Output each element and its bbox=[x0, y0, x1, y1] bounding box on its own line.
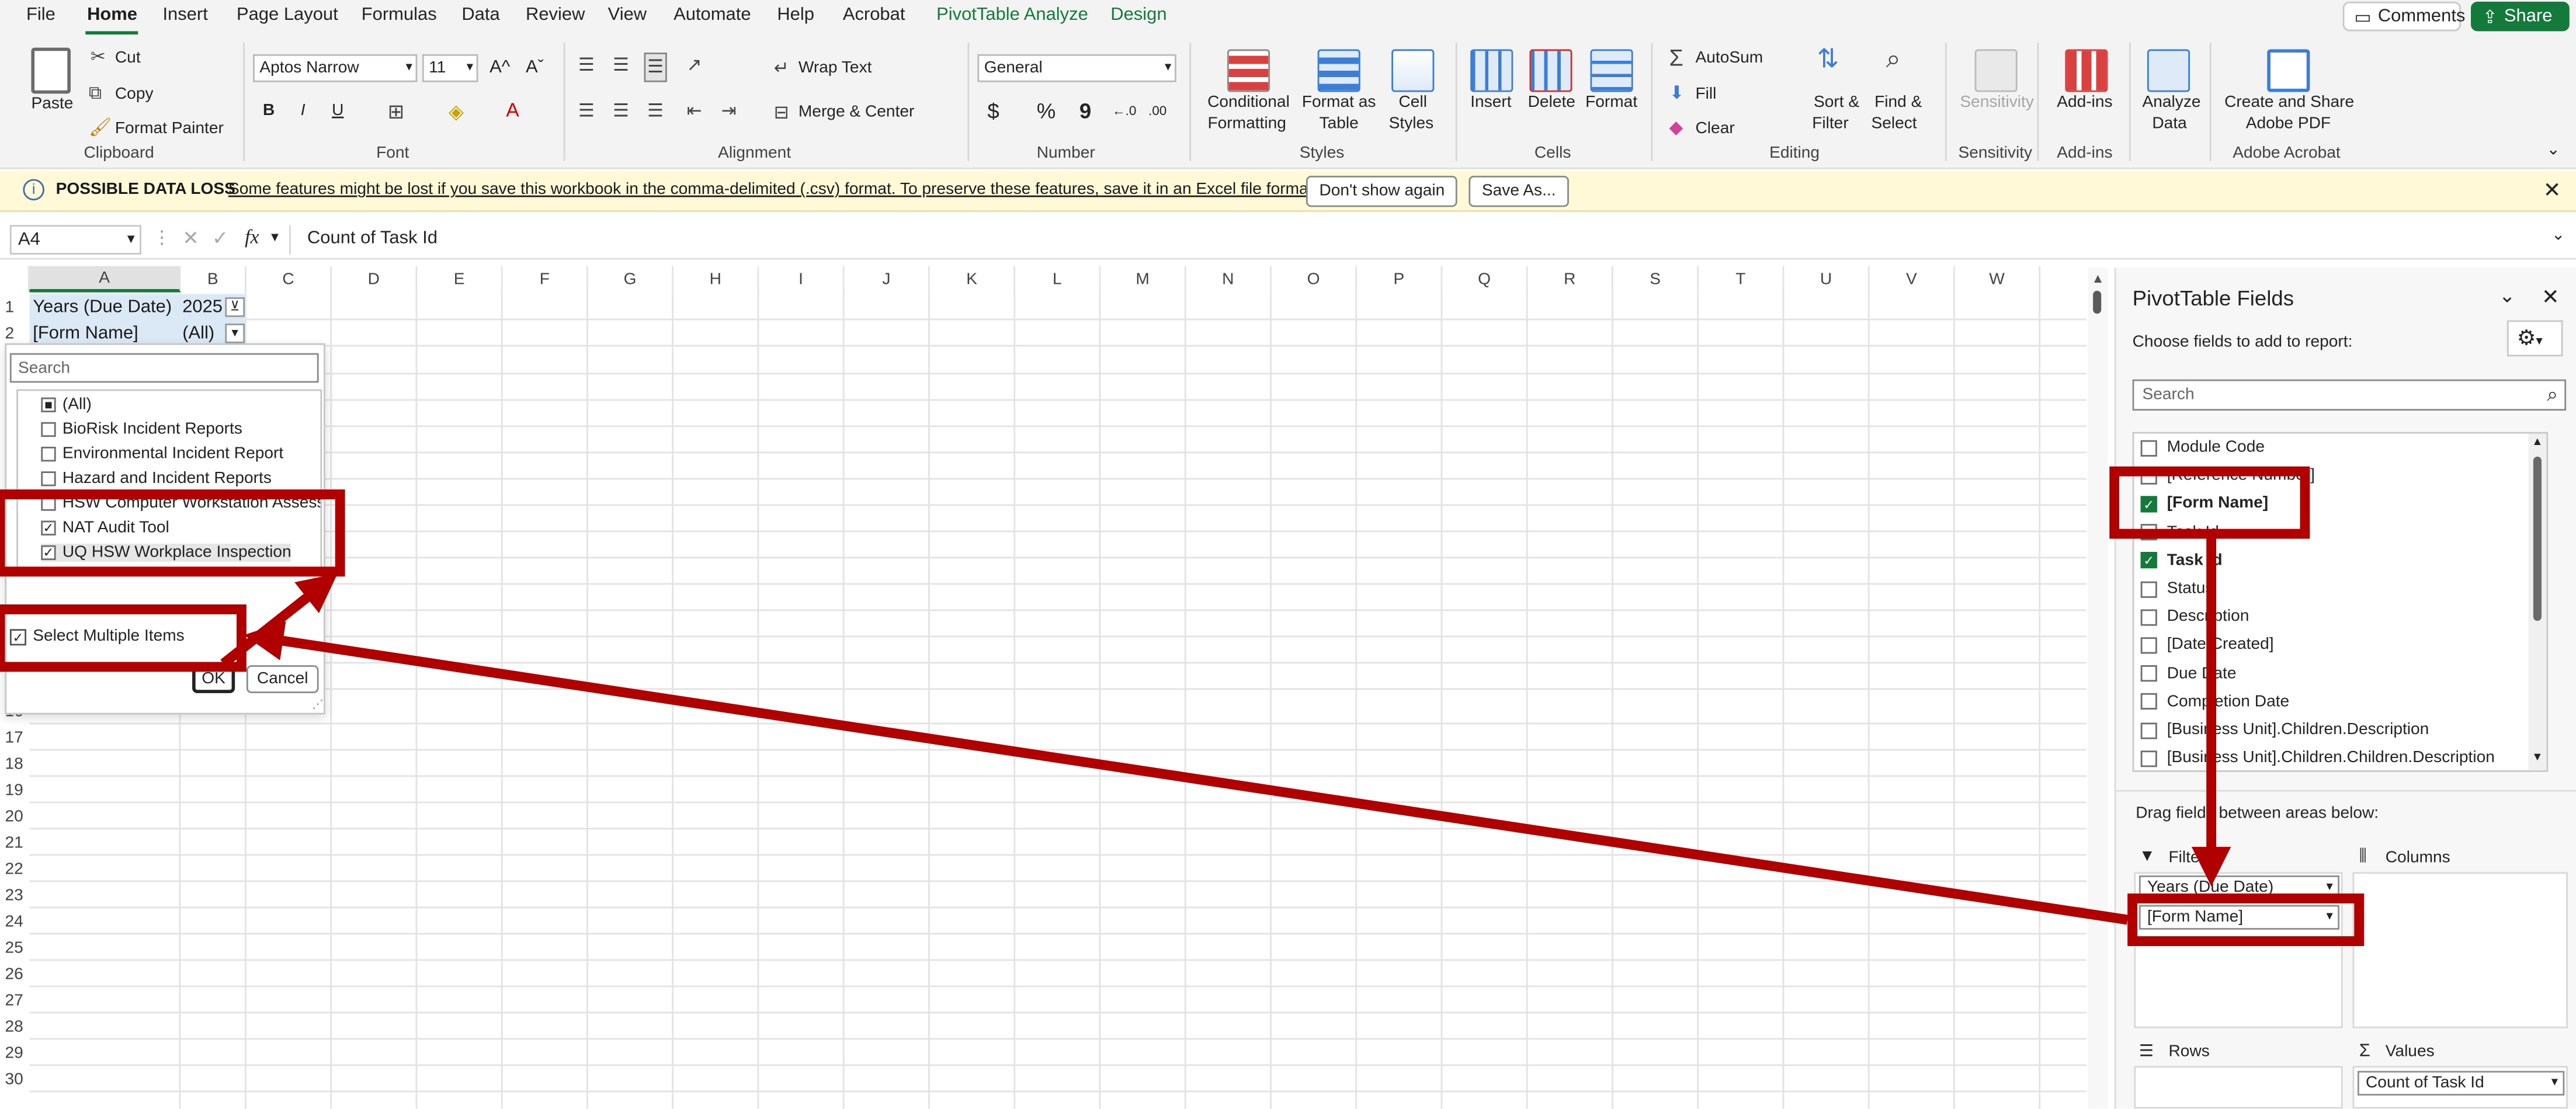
arrow-to-select-multiple bbox=[244, 621, 2129, 925]
arrow-to-checked-items bbox=[220, 573, 338, 668]
annotation-arrows bbox=[220, 538, 2231, 925]
